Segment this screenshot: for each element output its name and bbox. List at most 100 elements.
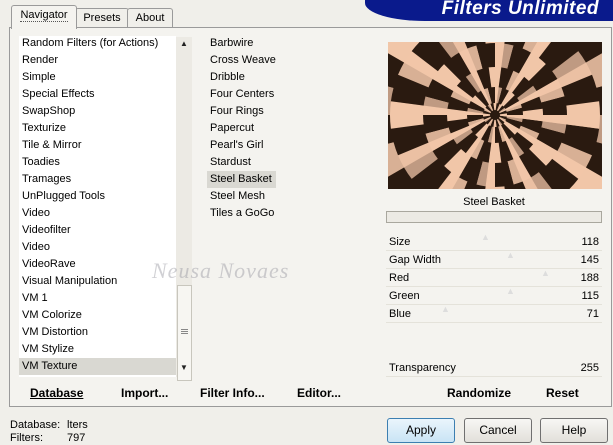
category-item[interactable]: VM Texture (19, 358, 176, 375)
slider-track (386, 376, 602, 377)
filter-item[interactable]: Stardust (207, 154, 370, 171)
filter-item[interactable]: Steel Basket (207, 171, 276, 188)
database-button[interactable]: Database (30, 386, 83, 400)
parameter-value: 188 (580, 272, 599, 284)
reset-button[interactable]: Reset (546, 386, 579, 400)
filters-count-label: Filters: (10, 432, 43, 444)
parameter-slider-row[interactable]: Gap Width 145 ▲ (386, 250, 602, 269)
editor-button[interactable]: Editor... (297, 386, 341, 400)
preview-image (388, 42, 602, 189)
database-info-value: lters (67, 419, 88, 431)
category-item[interactable]: Texturize (19, 120, 176, 137)
category-item[interactable]: Toadies (19, 154, 176, 171)
import-label: Import... (121, 386, 169, 400)
filter-item[interactable]: Pearl's Girl (207, 137, 370, 154)
filters-count: Filters: 797 (10, 432, 85, 445)
parameter-label: Gap Width (389, 254, 441, 266)
app-banner: Filters Unlimited (365, 0, 613, 21)
category-item[interactable]: Tile & Mirror (19, 137, 176, 154)
slider-track (386, 268, 602, 269)
filter-info-button[interactable]: Filter Info... (200, 386, 265, 400)
filter-item[interactable]: Four Rings (207, 103, 370, 120)
parameter-slider-row[interactable]: Size 118 ▲ (386, 232, 602, 251)
cancel-button[interactable]: Cancel (464, 418, 532, 443)
randomize-button[interactable]: Randomize (447, 386, 511, 400)
parameter-value: 71 (586, 308, 599, 320)
apply-label: Apply (405, 423, 437, 437)
tab-about-label: About (135, 12, 165, 24)
watermark-text: Neusa Novaes (152, 258, 290, 283)
category-item[interactable]: Render (19, 52, 176, 69)
grip-line (181, 333, 188, 334)
category-item[interactable]: Video (19, 239, 176, 256)
filter-info-label: Filter Info... (200, 386, 265, 400)
category-item[interactable]: VM Distortion (19, 324, 176, 341)
import-button[interactable]: Import... (121, 386, 168, 400)
tab-navigator-label: Navigator (20, 9, 68, 22)
filter-item[interactable]: Four Centers (207, 86, 370, 103)
category-list[interactable]: Random Filters (for Actions) Render Simple… (19, 36, 176, 377)
current-filter-name: Steel Basket (463, 196, 525, 208)
parameter-label: Blue (389, 308, 412, 320)
category-item[interactable]: Tramages (19, 171, 176, 188)
tab-presets[interactable]: Presets (75, 8, 129, 28)
slider-track (386, 250, 602, 251)
help-button[interactable]: Help (540, 418, 608, 443)
database-info: Database: lters (10, 419, 88, 432)
parameter-label: Size (389, 236, 411, 248)
filter-item[interactable]: Cross Weave (207, 52, 370, 69)
app-title: Filters Unlimited (441, 0, 599, 19)
slider-thumb-icon[interactable]: ▲ (441, 301, 450, 318)
category-item[interactable]: SwapShop (19, 103, 176, 120)
slider-track (386, 322, 602, 323)
transparency-row[interactable]: Transparency 255 (386, 360, 602, 377)
scroll-down-arrow-icon[interactable]: ▼ (176, 361, 192, 375)
slider-track (386, 286, 602, 287)
slider-thumb-icon[interactable]: ▲ (506, 283, 515, 300)
scroll-up-arrow-icon[interactable]: ▲ (176, 37, 192, 51)
parameter-slider-row[interactable]: Green 115 ▲ (386, 286, 602, 305)
category-scrollbar[interactable]: ▲ ▼ (176, 37, 192, 381)
randomize-label: Randomize (447, 386, 512, 400)
category-item[interactable]: VM Stylize (19, 341, 176, 358)
parameter-label: Red (389, 272, 410, 284)
parameter-slider-row[interactable]: Blue 71 ▲ (386, 304, 602, 323)
tab-navigator[interactable]: Navigator (11, 5, 77, 29)
filter-item[interactable]: Tiles a GoGo (207, 205, 370, 222)
parameter-value: 145 (580, 254, 599, 266)
database-label: Database (30, 386, 84, 400)
category-item[interactable]: UnPlugged Tools (19, 188, 176, 205)
progress-bar (386, 211, 602, 223)
grip-line (181, 329, 188, 330)
filter-list[interactable]: Barbwire Cross Weave Dribble Four Centers Fo… (207, 36, 377, 377)
apply-button[interactable]: Apply (387, 418, 455, 443)
transparency-value: 255 (580, 362, 599, 374)
slider-track (386, 304, 602, 305)
reset-label: Reset (546, 386, 579, 400)
parameter-value: 115 (581, 290, 599, 302)
slider-thumb-icon[interactable]: ▲ (481, 229, 490, 246)
category-item[interactable]: VM 1 (19, 290, 176, 307)
category-item[interactable]: Simple (19, 69, 176, 86)
parameter-value: 118 (581, 236, 599, 248)
database-info-label: Database: (10, 419, 61, 431)
slider-thumb-icon[interactable]: ▲ (541, 265, 550, 282)
filter-item[interactable]: Papercut (207, 120, 370, 137)
category-item[interactable]: Video (19, 205, 176, 222)
tab-about[interactable]: About (127, 8, 173, 28)
filter-preview (388, 42, 602, 189)
filter-item[interactable]: Dribble (207, 69, 370, 86)
category-item[interactable]: Random Filters (for Actions) (19, 35, 176, 52)
category-item[interactable]: Videofilter (19, 222, 176, 239)
filter-item[interactable]: Barbwire (207, 35, 370, 52)
help-label: Help (561, 423, 587, 437)
category-item[interactable]: Special Effects (19, 86, 176, 103)
tab-presets-label: Presets (83, 12, 121, 24)
parameter-label: Green (389, 290, 420, 302)
slider-thumb-icon[interactable]: ▲ (506, 247, 515, 264)
grip-line (181, 331, 188, 332)
filters-count-value: 797 (67, 432, 86, 444)
parameter-slider-row[interactable]: Red 188 ▲ (386, 268, 602, 287)
category-item[interactable]: VM Colorize (19, 307, 176, 324)
filter-item[interactable]: Steel Mesh (207, 188, 370, 205)
